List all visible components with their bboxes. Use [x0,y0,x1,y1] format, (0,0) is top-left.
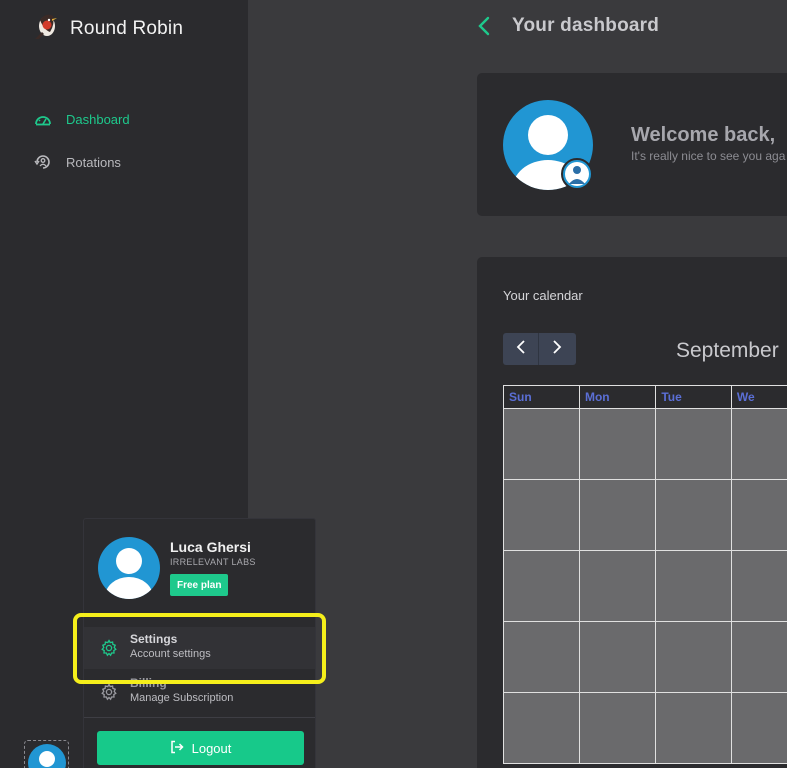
calendar-day-cell[interactable] [503,550,580,622]
sidebar-item-rotations[interactable]: Rotations [34,151,130,173]
chevron-right-icon [552,339,562,359]
avatar [27,744,66,768]
calendar-day-cell[interactable] [730,692,787,764]
calendar-day-cell[interactable] [730,479,787,551]
calendar-day-cell[interactable] [655,479,732,551]
sidebar-item-dashboard[interactable]: Dashboard [34,108,130,130]
menu-item-subtitle: Account settings [130,648,211,660]
menu-item-title: Settings [130,632,178,646]
sidebar-item-label: Dashboard [66,111,130,127]
chevron-left-icon[interactable] [478,14,494,38]
calendar-day-cell[interactable] [578,408,657,480]
weekday-header: Sun [503,385,580,409]
calendar-day-cell[interactable] [578,692,657,764]
calendar-day-cell[interactable] [655,550,732,622]
brand-title: Round Robin [70,17,184,39]
menu-item-settings[interactable]: Settings Account settings [84,627,315,669]
calendar-day-cell[interactable] [578,550,657,622]
calendar-day-cell[interactable] [578,479,657,551]
menu-item-subtitle: Manage Subscription [130,692,234,704]
calendar-label: Your calendar [503,288,583,303]
calendar-day-cell[interactable] [503,479,580,551]
calendar-day-cell[interactable] [655,692,732,764]
calendar-prev-button[interactable] [503,333,539,365]
plan-badge: Free plan [170,574,229,596]
rotation-icon [34,153,52,171]
calendar-day-cell[interactable] [503,692,580,764]
gear-icon [100,683,118,701]
page-header: Your dashboard [478,14,659,38]
logout-button[interactable]: Logout [97,731,304,765]
menu-item-text: Settings Account settings [130,632,211,661]
welcome-subtitle: It's really nice to see you aga [631,149,786,163]
weekday-header: Mon [578,385,657,409]
calendar-day-cell[interactable] [578,621,657,693]
user-organization: IRRELEVANT LABS [170,557,256,567]
welcome-heading: Welcome back, [631,124,776,146]
calendar-next-button[interactable] [539,333,575,365]
logout-label: Logout [191,740,232,756]
calendar-day-cell[interactable] [730,408,787,480]
sidebar-item-label: Rotations [66,154,121,170]
gauge-icon [34,110,52,128]
calendar-day-cell[interactable] [655,408,732,480]
calendar-month: September [676,339,779,362]
weekday-header: We [730,385,787,409]
welcome-card: Welcome back, It's really nice to see yo… [477,73,787,216]
logout-icon [170,740,184,757]
sidebar-nav: Dashboard Rotations [34,108,130,194]
user-avatar-button[interactable] [24,740,69,768]
gear-icon [100,639,118,657]
chevron-left-icon [516,339,526,359]
calendar-nav [503,333,576,365]
robin-logo-icon [30,10,62,47]
calendar-day-cell[interactable] [730,621,787,693]
calendar-day-cell[interactable] [730,550,787,622]
user-menu-popup: Luca Ghersi IRRELEVANT LABS Free plan Se… [83,518,316,768]
menu-item-billing[interactable]: Billing Manage Subscription [84,671,315,713]
page-title: Your dashboard [512,15,660,36]
brand[interactable]: Round Robin [30,10,183,47]
calendar-day-cell[interactable] [503,621,580,693]
menu-item-text: Billing Manage Subscription [130,676,233,705]
menu-divider [84,717,315,718]
weekday-header: Tue [655,385,732,409]
avatar [503,100,595,197]
calendar-card: Your calendar September Sun Mon Tue We [477,257,787,768]
menu-item-title: Billing [130,676,167,690]
calendar-day-cell[interactable] [655,621,732,693]
calendar-day-cell[interactable] [503,408,580,480]
calendar-grid: Sun Mon Tue We [503,385,787,764]
avatar [98,537,160,604]
user-name: Luca Ghersi [170,539,251,555]
